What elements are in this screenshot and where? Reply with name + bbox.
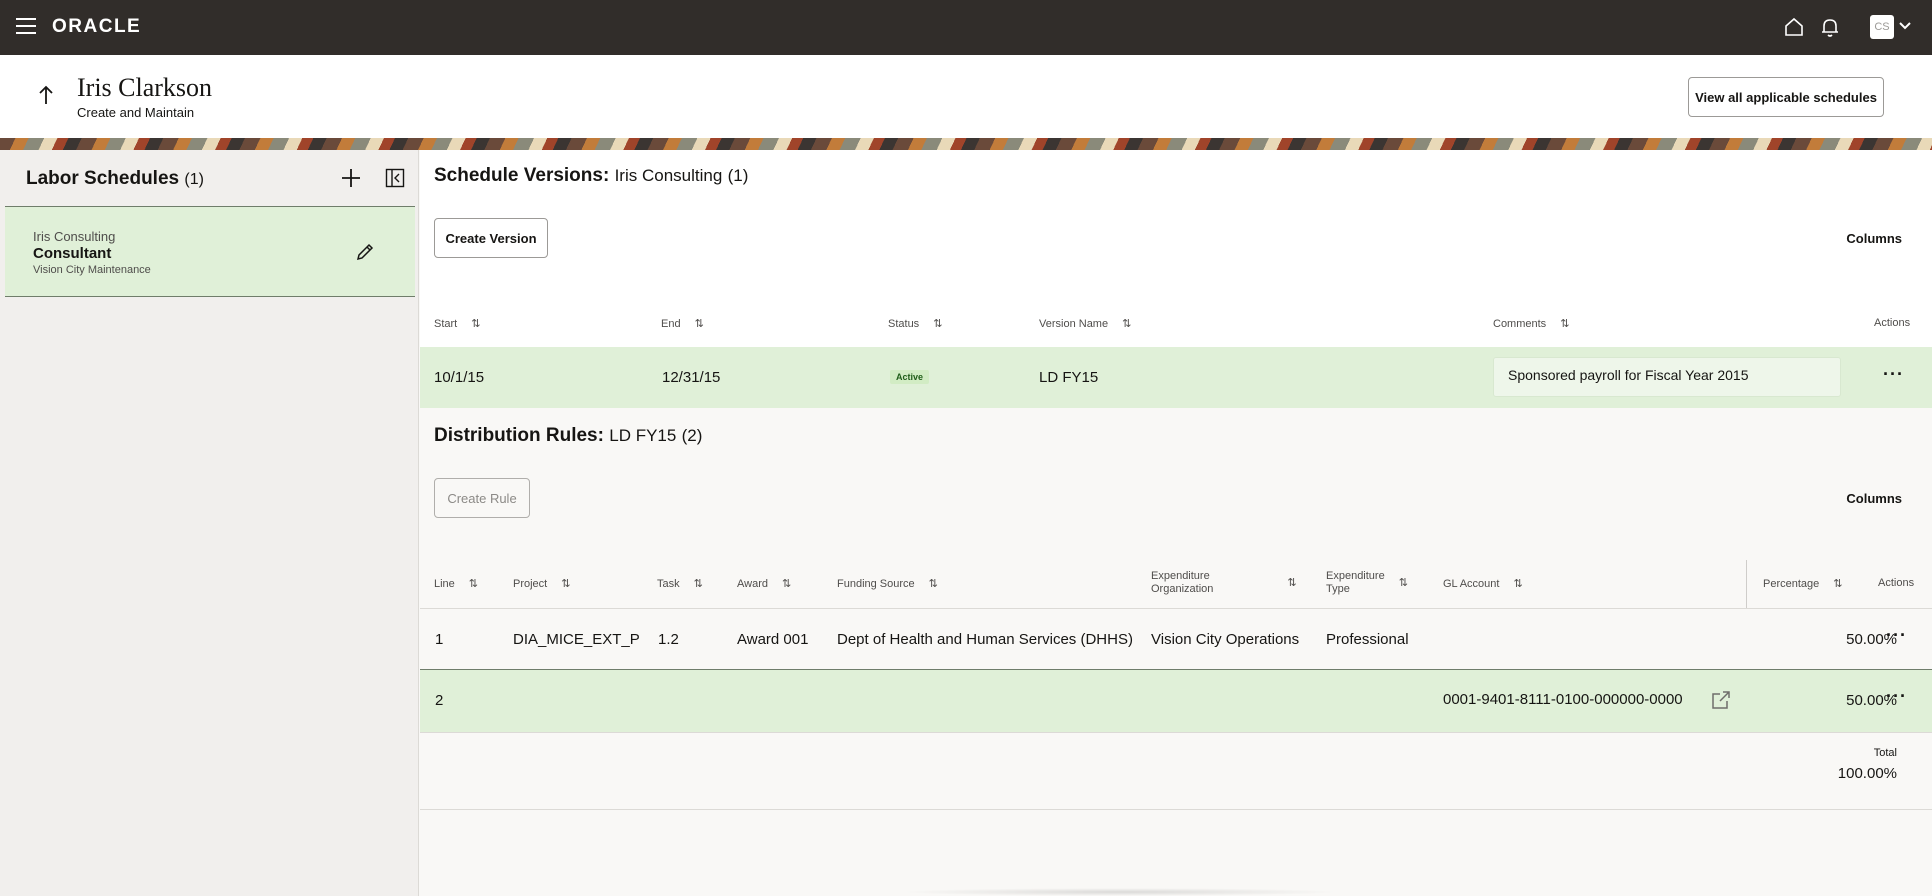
avatar[interactable]: CS: [1870, 15, 1894, 39]
collapse-panel-icon[interactable]: [385, 168, 405, 188]
sort-icon: ⇅: [781, 578, 792, 590]
sort-icon: ⇅: [471, 318, 481, 330]
columns-button[interactable]: Columns: [1846, 491, 1902, 506]
column-header-project[interactable]: Project ⇅: [513, 577, 571, 591]
main-content: Schedule Versions: Iris Consulting (1) C…: [420, 150, 1932, 896]
table-row[interactable]: 1 DIA_MICE_EXT_P 1.2 Award 001 Dept of H…: [420, 608, 1932, 670]
column-header-award[interactable]: Award ⇅: [737, 577, 792, 591]
gl-account-value: 0001-9401-8111-0100-000000-0000: [1443, 691, 1683, 708]
home-icon[interactable]: [1782, 15, 1806, 39]
page-title: Iris Clarkson: [77, 73, 213, 102]
chevron-down-icon[interactable]: [1898, 20, 1912, 32]
view-all-schedules-button[interactable]: View all applicable schedules: [1688, 77, 1884, 117]
external-link-icon[interactable]: [1711, 690, 1731, 710]
column-header-funding-source[interactable]: Funding Source ⇅: [837, 577, 938, 591]
schedule-versions-title: Schedule Versions: Iris Consulting (1): [434, 165, 749, 186]
column-header-percentage[interactable]: Percentage ⇅: [1763, 577, 1843, 591]
total-value: 100.00%: [1837, 765, 1897, 782]
top-bar: ORACLE CS: [0, 0, 1932, 55]
comments-field[interactable]: Sponsored payroll for Fiscal Year 2015: [1493, 357, 1841, 397]
edit-icon[interactable]: [355, 242, 375, 262]
column-header-end[interactable]: End ⇅: [661, 317, 704, 331]
column-header-line[interactable]: Line ⇅: [434, 577, 479, 591]
sort-icon: ⇅: [1560, 318, 1570, 330]
sort-icon: ⇅: [561, 578, 571, 590]
decorative-banner: [0, 138, 1932, 150]
oracle-logo: ORACLE: [52, 16, 142, 37]
labor-schedules-panel: Labor Schedules (1) Iris Consulting Cons…: [0, 150, 419, 896]
bottom-drawer-shadow: [900, 888, 1340, 896]
labor-schedule-item[interactable]: Iris Consulting Consultant Vision City M…: [5, 206, 415, 297]
create-rule-button[interactable]: Create Rule: [434, 478, 530, 518]
row-actions-button[interactable]: ···: [1883, 364, 1904, 385]
column-header-version-name[interactable]: Version Name ⇅: [1039, 317, 1132, 331]
page-header: Iris Clarkson Create and Maintain View a…: [0, 55, 1932, 138]
sort-icon: ⇅: [1287, 576, 1297, 589]
table-row[interactable]: 10/1/15 12/31/15 Active LD FY15 Sponsore…: [420, 347, 1932, 408]
page-subtitle: Create and Maintain: [77, 105, 195, 120]
sort-icon: ⇅: [1833, 578, 1843, 590]
sort-icon: ⇅: [928, 578, 938, 590]
sort-icon: ⇅: [1513, 578, 1523, 590]
column-header-gl-account[interactable]: GL Account ⇅: [1443, 577, 1523, 591]
column-header-actions: Actions: [1874, 317, 1911, 329]
table-row[interactable]: 2 0001-9401-8111-0100-000000-0000 50.00%…: [420, 670, 1932, 733]
column-header-task[interactable]: Task ⇅: [657, 577, 703, 591]
status-badge: Active: [890, 370, 930, 384]
sort-icon: ⇅: [1122, 318, 1132, 330]
hamburger-icon[interactable]: [16, 18, 36, 34]
sort-icon: ⇅: [694, 318, 704, 330]
sort-icon: ⇅: [468, 578, 479, 590]
schedule-versions-section: Schedule Versions: Iris Consulting (1) C…: [420, 150, 1932, 408]
column-header-status[interactable]: Status ⇅: [888, 317, 943, 331]
totals-row: Total 100.00%: [420, 733, 1932, 810]
add-icon[interactable]: [340, 167, 362, 189]
create-version-button[interactable]: Create Version: [434, 218, 548, 258]
column-header-start[interactable]: Start ⇅: [434, 317, 481, 331]
column-header-expenditure-type[interactable]: Expenditure Type ⇅: [1326, 570, 1408, 596]
labor-schedules-title: Labor Schedules (1): [26, 168, 204, 189]
column-header-comments[interactable]: Comments ⇅: [1493, 317, 1570, 331]
column-header-actions: Actions: [1878, 577, 1915, 589]
columns-button[interactable]: Columns: [1846, 231, 1902, 246]
row-actions-button[interactable]: ···: [1886, 625, 1907, 646]
back-arrow-icon[interactable]: [38, 85, 54, 105]
sort-icon: ⇅: [933, 318, 943, 330]
total-label: Total: [1873, 747, 1897, 759]
column-header-expenditure-organization[interactable]: Expenditure Organization ⇅: [1151, 570, 1297, 596]
sort-icon: ⇅: [693, 578, 703, 590]
row-actions-button[interactable]: ···: [1886, 686, 1907, 707]
distribution-rules-title: Distribution Rules: LD FY15 (2): [434, 425, 703, 446]
sort-icon: ⇅: [1398, 576, 1408, 589]
bell-icon[interactable]: [1818, 15, 1842, 39]
